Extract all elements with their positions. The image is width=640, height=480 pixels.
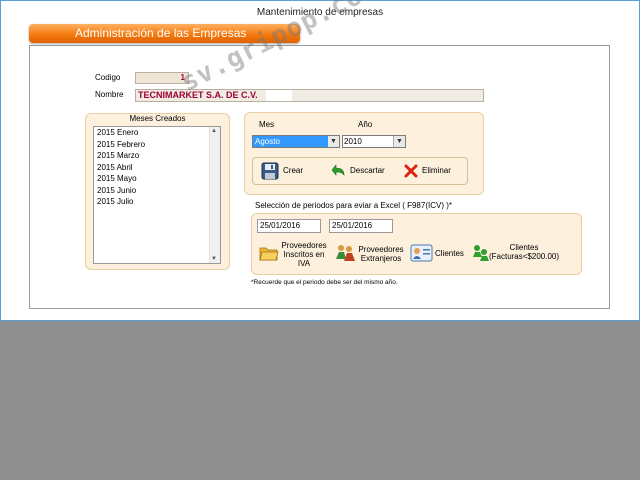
eliminar-label[interactable]: Eliminar (422, 166, 451, 176)
undo-arrow-icon (331, 164, 345, 176)
contact-card-icon (410, 244, 433, 262)
fecha-hasta-input[interactable]: 25/01/2016 (329, 219, 393, 233)
people-icon (336, 245, 355, 261)
clientes-200-line1: Clientes (509, 243, 539, 252)
clientes-label[interactable]: Clientes (435, 249, 464, 258)
nombre-field-highlight (266, 90, 292, 101)
periodo-note: *Recuerde que el periodo debe ser del mi… (251, 279, 398, 286)
meses-list[interactable]: 2015 Enero 2015 Febrero 2015 Marzo 2015 … (93, 126, 221, 264)
meses-creados-title: Meses Creados (129, 114, 186, 123)
proveedores-ext-line1: Proveedores (358, 245, 404, 254)
anio-label: Año (358, 120, 373, 129)
nombre-label: Nombre (95, 90, 124, 99)
crear-button[interactable] (261, 162, 279, 180)
save-icon (261, 162, 279, 180)
proveedores-iva-line3: IVA (297, 259, 311, 268)
proveedores-iva-line1: Proveedores (281, 241, 327, 250)
chevron-down-icon[interactable]: ▼ (393, 136, 405, 147)
descartar-label[interactable]: Descartar (350, 166, 385, 176)
list-item[interactable]: 2015 Enero (97, 128, 138, 138)
proveedores-extranjeros-label[interactable]: Proveedores Extranjeros (356, 245, 406, 263)
list-item[interactable]: 2015 Febrero (97, 140, 145, 150)
mes-label: Mes (259, 120, 275, 129)
delete-x-icon (404, 164, 418, 178)
crear-label[interactable]: Crear (283, 166, 303, 176)
list-item[interactable]: 2015 Mayo (97, 174, 137, 184)
proveedores-iva-label[interactable]: Proveedores Inscritos en IVA (280, 241, 328, 268)
descartar-button[interactable] (331, 163, 347, 179)
proveedores-extranjeros-button[interactable] (334, 242, 356, 264)
eliminar-button[interactable] (404, 164, 418, 178)
meses-list-scrollbar[interactable]: ▲ ▼ (209, 127, 220, 263)
page-title: Administración de las Empresas (75, 26, 247, 40)
anio-select-value: 2010 (344, 137, 362, 146)
clientes-200-line2: (Facturas<$200.00) (488, 252, 560, 261)
excel-selection-label: Selección de periodos para eviar a Excel… (255, 201, 452, 210)
proveedores-ext-line2: Extranjeros (360, 254, 402, 263)
mes-select-value: Agosto (253, 136, 328, 147)
clientes-button[interactable] (410, 242, 434, 264)
list-item[interactable]: 2015 Marzo (97, 151, 139, 161)
folder-icon (259, 247, 279, 261)
fecha-desde-input[interactable]: 25/01/2016 (257, 219, 321, 233)
codigo-label: Codigo (95, 73, 121, 82)
clientes-200-label[interactable]: Clientes (Facturas<$200.00) (488, 243, 560, 261)
scroll-down-icon[interactable]: ▼ (211, 256, 217, 262)
proveedores-iva-line2: Inscritos en (283, 250, 325, 259)
scroll-up-icon[interactable]: ▲ (211, 128, 217, 134)
list-item[interactable]: 2015 Abril (97, 163, 133, 173)
list-item[interactable]: 2015 Julio (97, 197, 133, 207)
proveedores-iva-button[interactable] (259, 243, 279, 263)
chevron-down-icon[interactable]: ▼ (327, 136, 339, 147)
list-item[interactable]: 2015 Junio (97, 186, 136, 196)
